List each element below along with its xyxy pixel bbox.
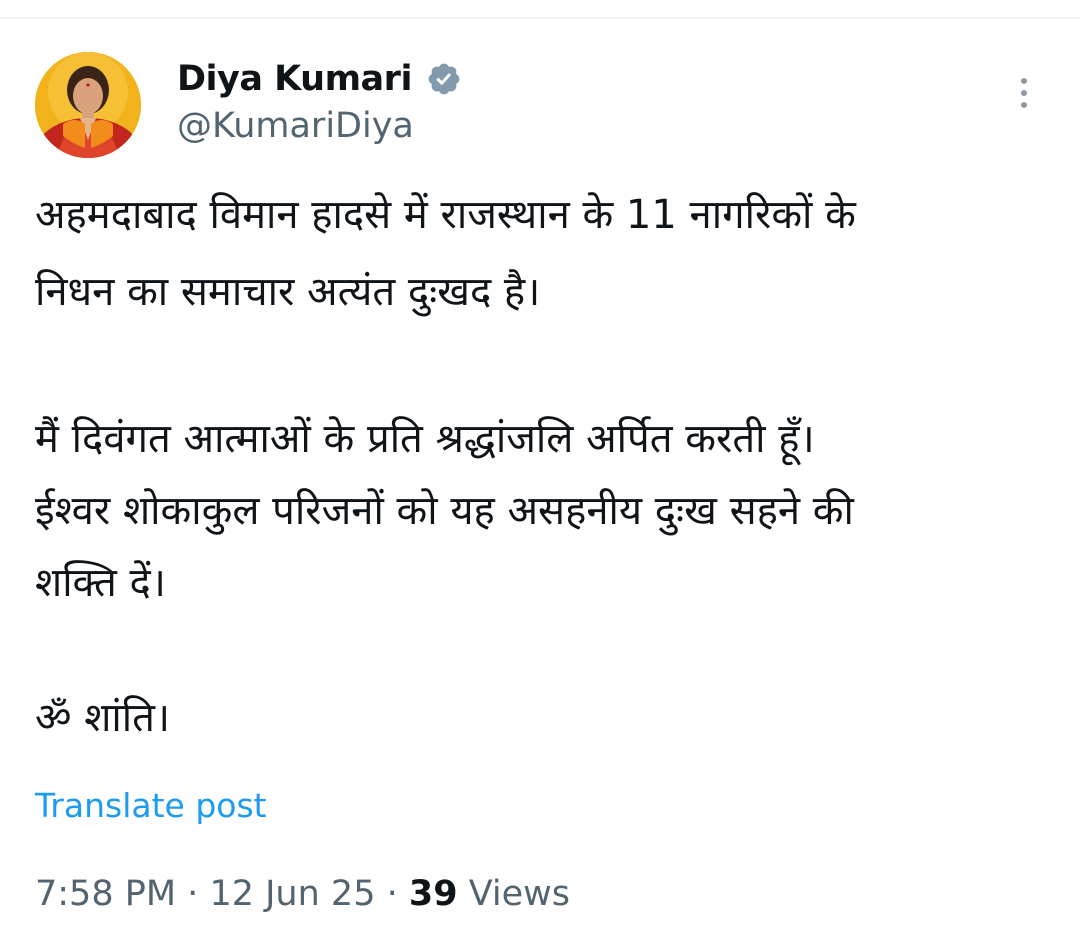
meta-separator: ·	[386, 874, 398, 914]
views-count: 39	[408, 874, 458, 914]
views-label: Views	[468, 874, 571, 914]
post-text-line: ईश्वर शोकाकुल परिजनों को यह असहनीय दुःख …	[35, 488, 854, 534]
post-metadata: 7:58 PM · 12 Jun 25 · 39 Views	[35, 874, 570, 914]
avatar-image	[35, 52, 141, 158]
post-date[interactable]: 12 Jun 25	[209, 874, 375, 914]
post-time[interactable]: 7:58 PM	[35, 874, 176, 914]
post-text-line: मैं दिवंगत आत्माओं के प्रति श्रद्धांजलि …	[35, 416, 815, 462]
post-card: Diya Kumari @KumariDiya अहमदाबाद विमान ह…	[0, 0, 1080, 941]
post-text-line: अहमदाबाद विमान हादसे में राजस्थान के 11 …	[35, 192, 856, 238]
translate-post-link[interactable]: Translate post	[35, 786, 267, 825]
author-avatar[interactable]	[35, 52, 141, 158]
post-text-line: निधन का समाचार अत्यंत दुःखद है।	[35, 269, 541, 315]
more-vertical-icon[interactable]	[1012, 78, 1036, 114]
author-display-name[interactable]: Diya Kumari	[177, 59, 412, 99]
post-text-line: ॐ शांति।	[35, 695, 171, 741]
meta-separator: ·	[187, 874, 199, 914]
author-name-row[interactable]: Diya Kumari	[177, 56, 462, 102]
verified-badge-icon	[428, 63, 460, 95]
post-text-line: शक्ति दें।	[35, 560, 166, 606]
author-handle[interactable]: @KumariDiya	[177, 106, 414, 146]
